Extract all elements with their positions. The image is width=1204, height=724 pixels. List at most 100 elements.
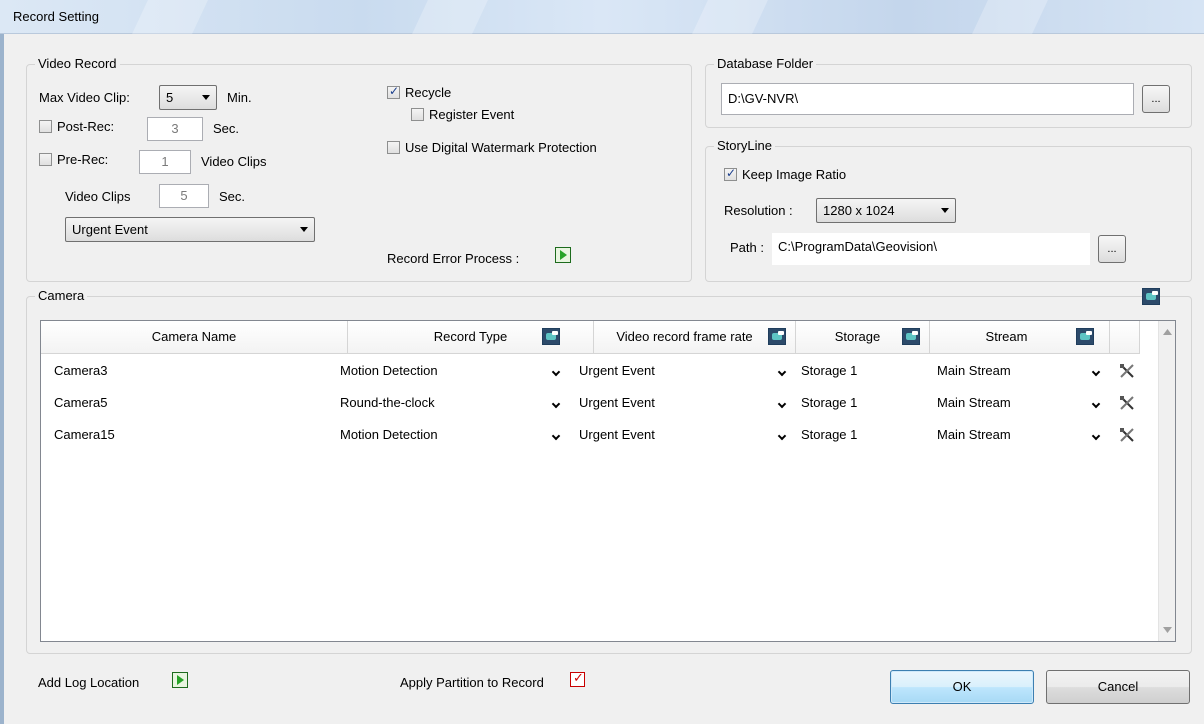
video-clips-label: Video Clips xyxy=(65,189,131,204)
record-type-cell[interactable]: Motion Detection xyxy=(340,419,438,451)
add-log-location-label: Add Log Location xyxy=(38,675,140,690)
frame-rate-cell[interactable]: Urgent Event xyxy=(579,419,655,451)
video-clips-input[interactable]: 5 xyxy=(159,184,209,208)
camera-name-cell: Camera3 xyxy=(54,363,108,378)
recycle-label: Recycle xyxy=(405,85,452,100)
post-rec-unit: Sec. xyxy=(213,121,240,136)
title-bar-stripe xyxy=(132,0,208,34)
ok-button[interactable]: OK xyxy=(890,670,1034,704)
apply-partition-checkbox[interactable] xyxy=(570,670,585,687)
scroll-down-icon[interactable] xyxy=(1163,627,1172,633)
chevron-down-icon[interactable] xyxy=(551,399,561,409)
keep-image-ratio-label: Keep Image Ratio xyxy=(742,167,847,182)
resolution-value: 1280 x 1024 xyxy=(823,203,895,218)
title-bar-stripe xyxy=(692,0,768,34)
frame-rate-header-label: Video record frame rate xyxy=(616,329,753,344)
storage-cell[interactable]: Storage 1 xyxy=(801,387,857,419)
dialog-client: Video Record Max Video Clip: 5 Min. Post… xyxy=(4,34,1204,724)
stream-cell[interactable]: Main Stream xyxy=(937,355,1011,387)
window-title: Record Setting xyxy=(13,9,99,24)
camera-name-cell: Camera5 xyxy=(54,395,108,410)
watermark-label: Use Digital Watermark Protection xyxy=(405,140,597,155)
database-folder-legend: Database Folder xyxy=(714,56,817,71)
keep-image-ratio-checkbox[interactable] xyxy=(724,166,737,181)
table-row[interactable]: Camera3 Motion Detection Urgent Event St… xyxy=(41,355,1141,387)
event-type-value: Urgent Event xyxy=(72,222,148,237)
pre-rec-checkbox[interactable] xyxy=(39,153,52,166)
column-header-frame-rate[interactable]: Video record frame rate xyxy=(594,321,796,354)
tools-icon[interactable] xyxy=(1119,363,1135,379)
pre-rec-label: Pre-Rec: xyxy=(57,152,109,167)
register-event-label: Register Event xyxy=(429,107,515,122)
column-header-storage[interactable]: Storage xyxy=(796,321,930,354)
table-row[interactable]: Camera15 Motion Detection Urgent Event S… xyxy=(41,419,1141,451)
register-event-checkbox[interactable] xyxy=(411,108,424,121)
title-bar: Record Setting xyxy=(0,0,1204,34)
database-path-input[interactable]: D:\GV-NVR\ xyxy=(721,83,1134,115)
chevron-down-icon xyxy=(300,227,308,232)
column-header-tools xyxy=(1110,321,1140,354)
chevron-down-icon[interactable] xyxy=(551,367,561,377)
frame-rate-cell[interactable]: Urgent Event xyxy=(579,387,655,419)
column-header-record-type[interactable]: Record Type xyxy=(348,321,594,354)
record-type-cell[interactable]: Round-the-clock xyxy=(340,387,435,419)
cancel-button[interactable]: Cancel xyxy=(1046,670,1190,704)
frame-rate-settings-icon[interactable] xyxy=(768,328,786,345)
max-video-clip-value: 5 xyxy=(166,90,174,105)
stream-cell[interactable]: Main Stream xyxy=(937,387,1011,419)
table-row[interactable]: Camera5 Round-the-clock Urgent Event Sto… xyxy=(41,387,1141,419)
column-header-camera-name[interactable]: Camera Name xyxy=(41,321,348,354)
post-rec-input[interactable]: 3 xyxy=(147,117,203,141)
post-rec-checkbox[interactable] xyxy=(39,120,52,133)
database-folder-group: Database Folder D:\GV-NVR\ ... xyxy=(705,56,1192,128)
tools-icon[interactable] xyxy=(1119,395,1135,411)
database-browse-button[interactable]: ... xyxy=(1142,85,1170,113)
record-error-process-label: Record Error Process : xyxy=(387,251,520,266)
storage-cell[interactable]: Storage 1 xyxy=(801,419,857,451)
max-video-clip-unit: Min. xyxy=(227,90,252,105)
post-rec-label: Post-Rec: xyxy=(57,119,115,134)
video-clips-unit: Sec. xyxy=(219,189,246,204)
video-record-group: Video Record Max Video Clip: 5 Min. Post… xyxy=(26,56,692,282)
scroll-up-icon[interactable] xyxy=(1163,329,1172,335)
resolution-select[interactable]: 1280 x 1024 xyxy=(816,198,956,223)
resolution-label: Resolution : xyxy=(724,203,793,218)
camera-legend: Camera xyxy=(35,288,88,303)
storage-settings-icon[interactable] xyxy=(902,328,920,345)
frame-rate-cell[interactable]: Urgent Event xyxy=(579,355,655,387)
camera-name-cell: Camera15 xyxy=(54,427,115,442)
chevron-down-icon xyxy=(202,95,210,100)
max-video-clip-select[interactable]: 5 xyxy=(159,85,217,110)
chevron-down-icon[interactable] xyxy=(551,431,561,441)
play-arrow-icon[interactable] xyxy=(555,247,571,263)
storyline-legend: StoryLine xyxy=(714,138,775,153)
watermark-checkbox[interactable] xyxy=(387,141,400,154)
chevron-down-icon[interactable] xyxy=(777,399,787,409)
play-arrow-icon[interactable] xyxy=(172,672,188,688)
chevron-down-icon[interactable] xyxy=(777,431,787,441)
storyline-path-label: Path : xyxy=(730,240,764,255)
storyline-path-input[interactable]: C:\ProgramData\Geovision\ xyxy=(772,233,1090,265)
storyline-browse-button[interactable]: ... xyxy=(1098,235,1126,263)
table-scrollbar[interactable] xyxy=(1158,321,1175,641)
title-bar-stripe xyxy=(972,0,1048,34)
record-type-cell[interactable]: Motion Detection xyxy=(340,355,438,387)
title-bar-stripe xyxy=(412,0,488,34)
record-type-settings-icon[interactable] xyxy=(542,328,560,345)
chevron-down-icon[interactable] xyxy=(1091,367,1101,377)
recycle-checkbox[interactable] xyxy=(387,84,400,99)
chevron-down-icon[interactable] xyxy=(1091,431,1101,441)
camera-table: Camera Name Record Type Video record fra… xyxy=(40,320,1176,642)
event-type-select[interactable]: Urgent Event xyxy=(65,217,315,242)
stream-settings-icon[interactable] xyxy=(1076,328,1094,345)
chevron-down-icon[interactable] xyxy=(1091,399,1101,409)
column-header-stream[interactable]: Stream xyxy=(930,321,1110,354)
video-record-legend: Video Record xyxy=(35,56,120,71)
tools-icon[interactable] xyxy=(1119,427,1135,443)
storage-cell[interactable]: Storage 1 xyxy=(801,355,857,387)
camera-settings-icon[interactable] xyxy=(1142,288,1160,305)
storage-header-label: Storage xyxy=(834,329,881,344)
chevron-down-icon[interactable] xyxy=(777,367,787,377)
pre-rec-input[interactable]: 1 xyxy=(139,150,191,174)
stream-cell[interactable]: Main Stream xyxy=(937,419,1011,451)
